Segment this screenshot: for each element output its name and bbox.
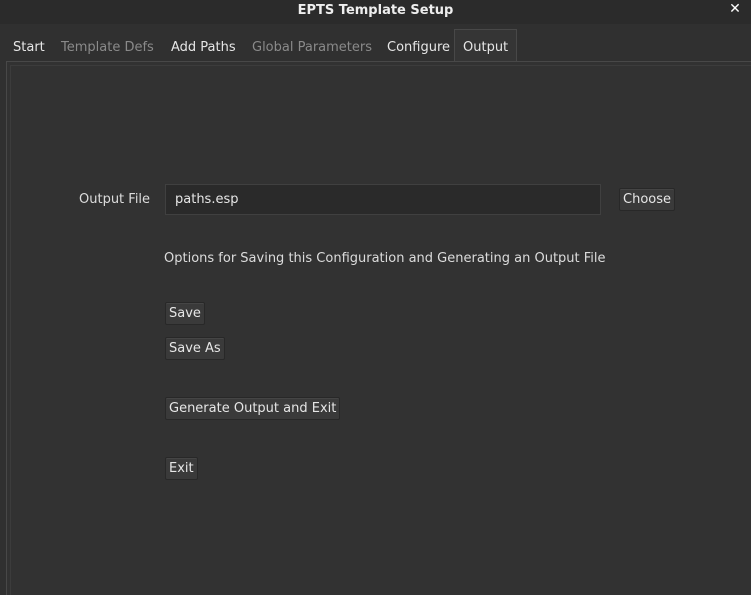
generate-output-and-exit-button[interactable]: Generate Output and Exit xyxy=(165,397,341,420)
output-file-field[interactable] xyxy=(165,184,601,215)
options-description: Options for Saving this Configuration an… xyxy=(164,251,606,266)
tab-configure[interactable]: Configure xyxy=(387,29,450,60)
tab-global-parameters[interactable]: Global Parameters xyxy=(252,29,372,60)
save-as-button[interactable]: Save As xyxy=(165,337,225,360)
exit-button[interactable]: Exit xyxy=(165,457,198,480)
tab-start[interactable]: Start xyxy=(13,29,45,60)
app-window: EPTS Template Setup ✕ Start Template Def… xyxy=(0,0,751,595)
output-file-label: Output File xyxy=(79,192,151,207)
output-panel xyxy=(6,61,751,595)
choose-button[interactable]: Choose xyxy=(619,188,675,211)
title-bar: EPTS Template Setup ✕ xyxy=(0,0,751,24)
output-panel-frame xyxy=(10,65,751,595)
save-button[interactable]: Save xyxy=(165,302,205,325)
tab-add-paths[interactable]: Add Paths xyxy=(171,29,236,60)
tab-template-defs[interactable]: Template Defs xyxy=(61,29,154,60)
tab-bar: Start Template Defs Add Paths Global Par… xyxy=(0,29,751,61)
tab-output[interactable]: Output xyxy=(454,29,518,61)
window-title: EPTS Template Setup xyxy=(297,3,454,18)
close-icon[interactable]: ✕ xyxy=(727,1,743,21)
